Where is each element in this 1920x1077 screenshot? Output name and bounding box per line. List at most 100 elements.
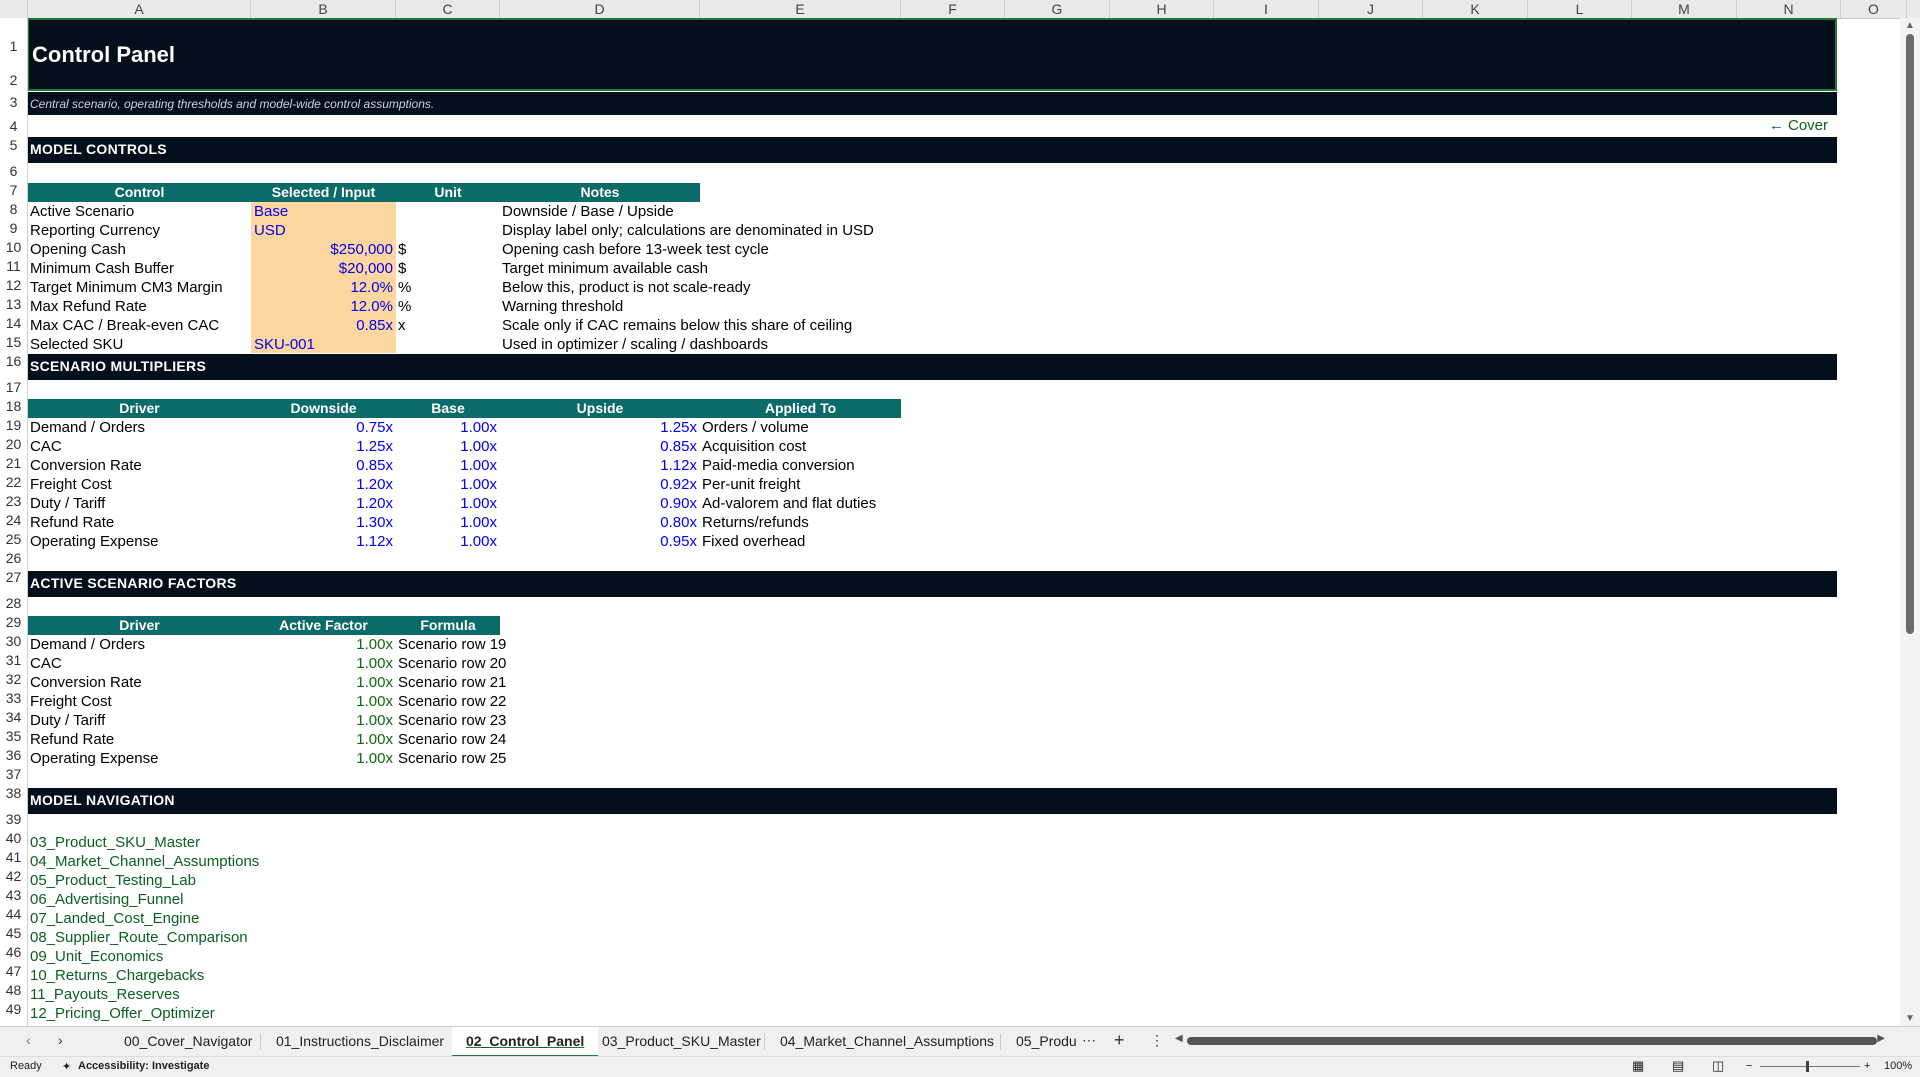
- row-header-45[interactable]: 45: [0, 925, 27, 941]
- base-multiplier[interactable]: 1.00x: [396, 532, 497, 551]
- zoom-level[interactable]: 100%: [1884, 1060, 1912, 1072]
- row-header-47[interactable]: 47: [0, 963, 27, 979]
- zoom-out-icon[interactable]: −: [1746, 1060, 1752, 1072]
- row-header-21[interactable]: 21: [0, 455, 27, 471]
- scroll-up-icon[interactable]: ▲: [1905, 20, 1915, 31]
- row-header-4[interactable]: 4: [0, 118, 27, 134]
- control-input[interactable]: SKU-001: [254, 335, 394, 354]
- sheet-tab[interactable]: 03_Product_SKU_Master: [588, 1027, 775, 1055]
- row-header-3[interactable]: 3: [0, 94, 27, 110]
- upside-multiplier[interactable]: 0.85x: [500, 437, 697, 456]
- nav-link[interactable]: 08_Supplier_Route_Comparison: [30, 928, 430, 947]
- control-input[interactable]: 12.0%: [251, 278, 393, 297]
- row-header-44[interactable]: 44: [0, 906, 27, 922]
- zoom-slider[interactable]: [1760, 1061, 1860, 1072]
- nav-link[interactable]: 07_Landed_Cost_Engine: [30, 909, 430, 928]
- row-header-26[interactable]: 26: [0, 550, 27, 566]
- row-header-8[interactable]: 8: [0, 201, 27, 217]
- scroll-right-icon[interactable]: ▶: [1877, 1033, 1885, 1044]
- row-header-17[interactable]: 17: [0, 379, 27, 395]
- row-header-33[interactable]: 33: [0, 690, 27, 706]
- row-header-35[interactable]: 35: [0, 728, 27, 744]
- base-multiplier[interactable]: 1.00x: [396, 456, 497, 475]
- base-multiplier[interactable]: 1.00x: [396, 437, 497, 456]
- upside-multiplier[interactable]: 0.95x: [500, 532, 697, 551]
- base-multiplier[interactable]: 1.00x: [396, 475, 497, 494]
- column-header-f[interactable]: F: [901, 0, 1005, 18]
- downside-multiplier[interactable]: 1.12x: [251, 532, 393, 551]
- row-header-42[interactable]: 42: [0, 868, 27, 884]
- column-header-h[interactable]: H: [1110, 0, 1214, 18]
- scroll-down-icon[interactable]: ▼: [1905, 1013, 1915, 1024]
- row-header-15[interactable]: 15: [0, 334, 27, 350]
- nav-link[interactable]: 10_Returns_Chargebacks: [30, 966, 430, 985]
- row-header-34[interactable]: 34: [0, 709, 27, 725]
- cover-link[interactable]: ← Cover: [1733, 116, 1828, 135]
- row-header-49[interactable]: 49: [0, 1001, 27, 1017]
- row-header-18[interactable]: 18: [0, 398, 27, 414]
- base-multiplier[interactable]: 1.00x: [396, 513, 497, 532]
- accessibility-status[interactable]: Accessibility: Investigate: [78, 1060, 209, 1072]
- row-header-40[interactable]: 40: [0, 830, 27, 846]
- column-header-n[interactable]: N: [1737, 0, 1841, 18]
- column-header-j[interactable]: J: [1319, 0, 1423, 18]
- nav-link[interactable]: 03_Product_SKU_Master: [30, 833, 430, 852]
- control-input[interactable]: 12.0%: [251, 297, 393, 316]
- row-header-46[interactable]: 46: [0, 944, 27, 960]
- row-header-28[interactable]: 28: [0, 595, 27, 611]
- nav-link[interactable]: 04_Market_Channel_Assumptions: [30, 852, 430, 871]
- row-header-11[interactable]: 11: [0, 258, 27, 274]
- row-header-41[interactable]: 41: [0, 849, 27, 865]
- column-header-d[interactable]: D: [500, 0, 700, 18]
- column-header-k[interactable]: K: [1423, 0, 1528, 18]
- column-header-e[interactable]: E: [700, 0, 901, 18]
- control-input[interactable]: Base: [254, 202, 394, 221]
- row-header-20[interactable]: 20: [0, 436, 27, 452]
- row-header-38[interactable]: 38: [0, 785, 27, 801]
- row-header-1[interactable]: 1: [0, 38, 27, 54]
- row-header-5[interactable]: 5: [0, 137, 27, 153]
- upside-multiplier[interactable]: 1.25x: [500, 418, 697, 437]
- downside-multiplier[interactable]: 0.85x: [251, 456, 393, 475]
- page-break-view-icon[interactable]: ◫: [1712, 1058, 1724, 1074]
- row-header-12[interactable]: 12: [0, 277, 27, 293]
- column-header-m[interactable]: M: [1632, 0, 1737, 18]
- column-header-c[interactable]: C: [396, 0, 500, 18]
- tab-scroll-right-icon[interactable]: ›: [58, 1032, 63, 1048]
- nav-link[interactable]: 11_Payouts_Reserves: [30, 985, 430, 1004]
- row-header-10[interactable]: 10: [0, 239, 27, 255]
- row-header-31[interactable]: 31: [0, 652, 27, 668]
- row-header-6[interactable]: 6: [0, 163, 27, 179]
- sheet-tab[interactable]: 02_Control_Panel: [452, 1027, 599, 1058]
- column-header-a[interactable]: A: [28, 0, 251, 18]
- row-header-48[interactable]: 48: [0, 982, 27, 998]
- row-header-25[interactable]: 25: [0, 531, 27, 547]
- base-multiplier[interactable]: 1.00x: [396, 418, 497, 437]
- accessibility-icon[interactable]: ✦: [62, 1060, 71, 1073]
- horizontal-scroll-thumb[interactable]: [1187, 1037, 1877, 1045]
- row-header-29[interactable]: 29: [0, 614, 27, 630]
- control-input[interactable]: $20,000: [251, 259, 393, 278]
- upside-multiplier[interactable]: 0.92x: [500, 475, 697, 494]
- scroll-left-icon[interactable]: ◀: [1175, 1033, 1183, 1044]
- add-sheet-icon[interactable]: +: [1114, 1030, 1125, 1051]
- row-header-43[interactable]: 43: [0, 887, 27, 903]
- tab-options-icon[interactable]: ⋮: [1150, 1032, 1164, 1049]
- tab-scroll-left-icon[interactable]: ‹: [26, 1032, 31, 1048]
- row-header-14[interactable]: 14: [0, 315, 27, 331]
- sheet-tab[interactable]: 04_Market_Channel_Assumptions: [766, 1027, 1008, 1055]
- row-header-39[interactable]: 39: [0, 811, 27, 827]
- column-header-g[interactable]: G: [1005, 0, 1110, 18]
- row-header-2[interactable]: 2: [0, 72, 27, 88]
- nav-link[interactable]: 06_Advertising_Funnel: [30, 890, 430, 909]
- upside-multiplier[interactable]: 0.80x: [500, 513, 697, 532]
- control-input[interactable]: 0.85x: [251, 316, 393, 335]
- sheet-grid[interactable]: Control Panel Central scenario, operatin…: [28, 18, 1900, 1026]
- vertical-scrollbar[interactable]: ▲ ▼: [1900, 18, 1920, 1026]
- downside-multiplier[interactable]: 1.30x: [251, 513, 393, 532]
- column-header-o[interactable]: O: [1841, 0, 1907, 18]
- control-input[interactable]: $250,000: [251, 240, 393, 259]
- vertical-scroll-thumb[interactable]: [1906, 34, 1914, 634]
- column-header-l[interactable]: L: [1528, 0, 1632, 18]
- downside-multiplier[interactable]: 1.20x: [251, 475, 393, 494]
